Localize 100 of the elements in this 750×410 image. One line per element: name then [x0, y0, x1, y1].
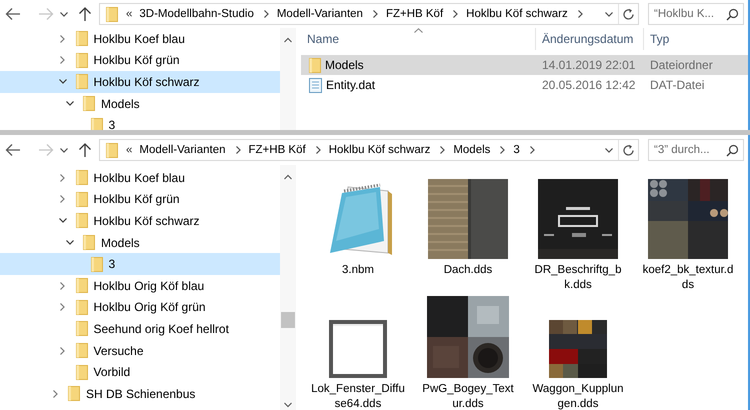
chevron-icon[interactable] [58, 217, 68, 224]
folder-icon [76, 300, 88, 315]
chevron-icon[interactable] [59, 146, 69, 154]
tree-item[interactable]: Seehund orig Koef hellrot [0, 318, 280, 340]
tree-item[interactable]: Hoklbu Köf schwarz [0, 210, 280, 232]
chevron-icon[interactable] [452, 9, 460, 19]
tree-item[interactable]: Hoklbu Orig Köf grün [0, 296, 280, 318]
folder-icon [76, 321, 88, 336]
file-item[interactable]: 3.nbm [303, 177, 413, 293]
breadcrumb[interactable]: FZ+HB Köf [382, 8, 446, 20]
breadcrumb-overflow-button[interactable]: « [122, 144, 136, 156]
file-name: Dach.dds [442, 263, 494, 278]
arrow-left-icon[interactable] [5, 7, 21, 21]
file-icon [309, 78, 322, 92]
chevron-icon[interactable] [439, 145, 446, 155]
column-header[interactable]: Name [301, 28, 536, 50]
folder-icon [90, 118, 102, 130]
tree-item[interactable]: Hoklbu Köf grün [0, 50, 280, 72]
file-date: 14.01.2019 22:01 [541, 58, 636, 72]
file-row[interactable]: Models 14.01.2019 22:01 Dateiordner [301, 55, 748, 75]
file-item[interactable]: Lok_Fenster_Diffuse64.dds [303, 296, 413, 410]
breadcrumb-overflow-button[interactable]: « [122, 8, 136, 20]
tree-item[interactable]: Models [0, 232, 280, 254]
folder-icon [76, 364, 88, 380]
file-type: Dateiordner [649, 58, 714, 72]
breadcrumb[interactable]: Hoklbu Köf schwarz [326, 144, 434, 156]
column-header[interactable]: Typ [644, 28, 748, 50]
file-item[interactable]: Waggon_Kupplungen.dds [523, 296, 633, 410]
address-bar[interactable]: « Modell-Varianten FZ+HB Köf Hoklbu Köf schwarz Models 3 [99, 139, 639, 161]
folder-icon [76, 343, 88, 358]
chevron-icon[interactable] [499, 145, 506, 155]
file-item[interactable]: Dach.dds [413, 177, 523, 293]
folder-icon [76, 74, 88, 90]
chevron-icon[interactable] [65, 239, 75, 246]
file-item[interactable]: PwG_Bogey_Textur.dds [413, 296, 523, 410]
tree-item[interactable]: Hoklbu Köf schwarz [0, 71, 280, 93]
search-field[interactable]: “3” durch... [648, 139, 744, 161]
tree-item[interactable]: Hoklbu Koef blau [0, 167, 280, 189]
search-icon[interactable] [726, 144, 739, 156]
chevron-icon[interactable] [262, 9, 270, 19]
breadcrumb[interactable]: Modell-Varianten [136, 144, 228, 156]
file-item[interactable]: koef2_bk_textur.dds [633, 177, 743, 293]
chevron-icon[interactable] [314, 145, 322, 155]
file-row[interactable]: Entity.dat 20.05.2016 12:42 DAT-Datei [301, 75, 748, 95]
tree-item[interactable]: Hoklbu Koef blau [0, 28, 280, 50]
breadcrumb[interactable]: 3D-Modellbahn-Studio [136, 8, 257, 20]
tree-item[interactable]: Vorbild [0, 361, 280, 383]
file-name: PwG_Bogey_Textur.dds [421, 382, 515, 410]
breadcrumb[interactable]: FZ+HB Köf [246, 144, 309, 156]
chevron-icon[interactable] [528, 145, 536, 155]
tree-item[interactable]: Versuche [0, 340, 280, 362]
file-name: Waggon_Kupplungen.dds [531, 382, 624, 410]
chevron-icon[interactable] [372, 9, 379, 19]
folder-icon [68, 386, 80, 402]
folder-icon [76, 52, 88, 68]
chevron-icon[interactable] [234, 145, 242, 155]
recent-locations-button[interactable] [57, 10, 71, 18]
arrow-up-icon[interactable] [78, 142, 92, 158]
file-name: Models [325, 58, 364, 72]
file-name: DR_Beschriftg_bk.dds [534, 263, 622, 293]
search-field[interactable]: “Hoklbu K... [648, 3, 744, 25]
file-name: koef2_bk_textur.dds [642, 263, 734, 293]
file-name: 3.nbm [341, 263, 375, 278]
chevron-icon[interactable] [65, 100, 75, 108]
scrollbar[interactable] [280, 28, 296, 130]
file-item[interactable]: DR_Beschriftg_bk.dds [523, 177, 633, 293]
arrow-left-icon[interactable] [5, 143, 21, 157]
folder-icon [309, 58, 321, 72]
breadcrumb[interactable]: 3 [510, 144, 523, 156]
column-header[interactable]: Änderungsdatum [536, 28, 644, 50]
folder-icon [106, 6, 118, 22]
recent-locations-button[interactable] [57, 146, 71, 154]
breadcrumb[interactable]: Models [450, 144, 494, 156]
folder-icon [106, 142, 118, 158]
chevron-icon[interactable] [58, 78, 68, 86]
tree-item[interactable]: SH DB Schienenbus [0, 382, 280, 405]
folder-icon [76, 31, 88, 46]
chevron-icon[interactable] [604, 10, 614, 18]
chevron-icon[interactable] [604, 146, 614, 154]
folder-icon [76, 213, 88, 228]
folder-icon [83, 96, 95, 112]
search-icon[interactable] [726, 8, 739, 20]
refresh-icon[interactable] [622, 8, 635, 20]
tree-item[interactable]: 3 [0, 253, 280, 275]
breadcrumb[interactable]: Modell-Varianten [274, 8, 366, 20]
address-bar[interactable]: « 3D-Modellbahn-Studio Modell-Varianten FZ+HB Köf Hoklbu Köf schwarz [99, 3, 639, 25]
breadcrumb[interactable]: Hoklbu Köf schwarz [463, 8, 571, 20]
chevron-icon[interactable] [576, 9, 584, 19]
folder-icon [76, 192, 88, 207]
tree-item[interactable]: Models [0, 92, 280, 114]
refresh-icon[interactable] [622, 144, 635, 156]
folder-icon [76, 170, 88, 186]
scrollbar[interactable] [280, 165, 296, 410]
folder-icon [76, 278, 88, 294]
tree-item[interactable]: Hoklbu Orig Köf blau [0, 274, 280, 297]
tree-item[interactable]: Hoklbu Köf grün [0, 188, 280, 210]
folder-icon [90, 256, 102, 272]
file-name: Lok_Fenster_Diffuse64.dds [310, 382, 406, 410]
chevron-icon[interactable] [59, 10, 69, 18]
arrow-up-icon[interactable] [78, 6, 92, 22]
